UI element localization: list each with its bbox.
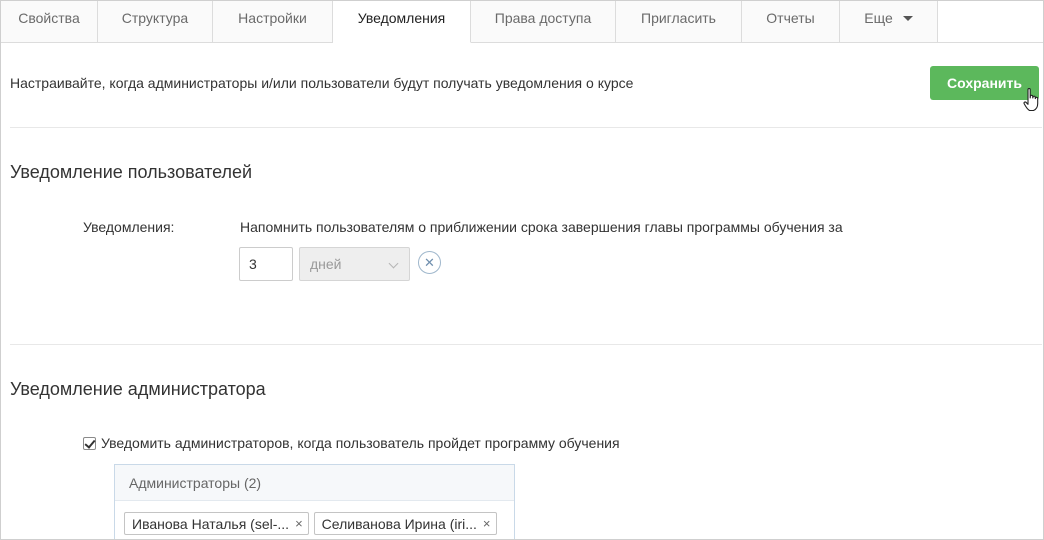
page-description: Настраивайте, когда администраторы и/или… (10, 75, 634, 91)
close-icon[interactable]: × (295, 516, 303, 531)
tab-label: Отчеты (766, 9, 815, 26)
administrators-header: Администраторы (2) (115, 465, 514, 501)
tab-label: Пригласить (641, 9, 716, 26)
notifications-label: Уведомления: (83, 219, 175, 235)
divider (10, 127, 1042, 128)
admin-chip-name: Иванова Наталья (sel-... (132, 515, 290, 532)
tab-label: Свойства (18, 9, 80, 26)
tab-structure[interactable]: Структура (98, 1, 213, 42)
notify-admins-row: Уведомить администраторов, когда пользов… (83, 435, 620, 451)
remove-reminder-button[interactable]: ✕ (418, 251, 441, 274)
time-unit-select[interactable]: дней (299, 247, 410, 281)
hand-pointer-icon (1023, 87, 1039, 112)
notifications-page: Свойства Структура Настройки Уведомления… (0, 0, 1044, 540)
reminder-text: Напомнить пользователям о приближении ср… (240, 219, 843, 235)
tab-label: Структура (121, 9, 189, 26)
notify-admins-checkbox[interactable] (83, 436, 96, 450)
tab-more[interactable]: Еще (840, 1, 938, 42)
close-icon: ✕ (424, 254, 435, 270)
admin-notification-title: Уведомление администратора (10, 379, 266, 399)
tab-settings[interactable]: Настройки (213, 1, 333, 42)
close-icon[interactable]: × (483, 516, 491, 531)
tab-access-rights[interactable]: Права доступа (471, 1, 616, 42)
administrators-list: Иванова Наталья (sel-... × Селиванова Ир… (115, 501, 514, 535)
divider (10, 344, 1042, 345)
user-notification-title: Уведомление пользователей (10, 162, 253, 182)
tab-label: Права доступа (494, 9, 592, 26)
notify-admins-label[interactable]: Уведомить администраторов, когда пользов… (101, 435, 620, 451)
tab-bar: Свойства Структура Настройки Уведомления… (1, 1, 1043, 43)
administrators-box: Администраторы (2) Иванова Наталья (sel-… (114, 464, 515, 539)
tab-label: Еще (864, 9, 893, 26)
chevron-down-icon (388, 258, 399, 269)
time-unit-value: дней (310, 256, 342, 272)
caret-down-icon (902, 16, 913, 21)
admin-chip-name: Селиванова Ирина (iri... (321, 515, 477, 532)
tab-label: Настройки (238, 9, 307, 26)
tab-reports[interactable]: Отчеты (742, 1, 840, 42)
tab-properties[interactable]: Свойства (1, 1, 98, 42)
tab-label: Уведомления (357, 9, 446, 26)
days-count-input[interactable] (239, 247, 293, 281)
admin-chip: Селиванова Ирина (iri... × (313, 512, 497, 535)
tab-notifications[interactable]: Уведомления (333, 1, 471, 43)
tab-invite[interactable]: Пригласить (616, 1, 742, 42)
admin-chip: Иванова Наталья (sel-... × (124, 512, 309, 535)
